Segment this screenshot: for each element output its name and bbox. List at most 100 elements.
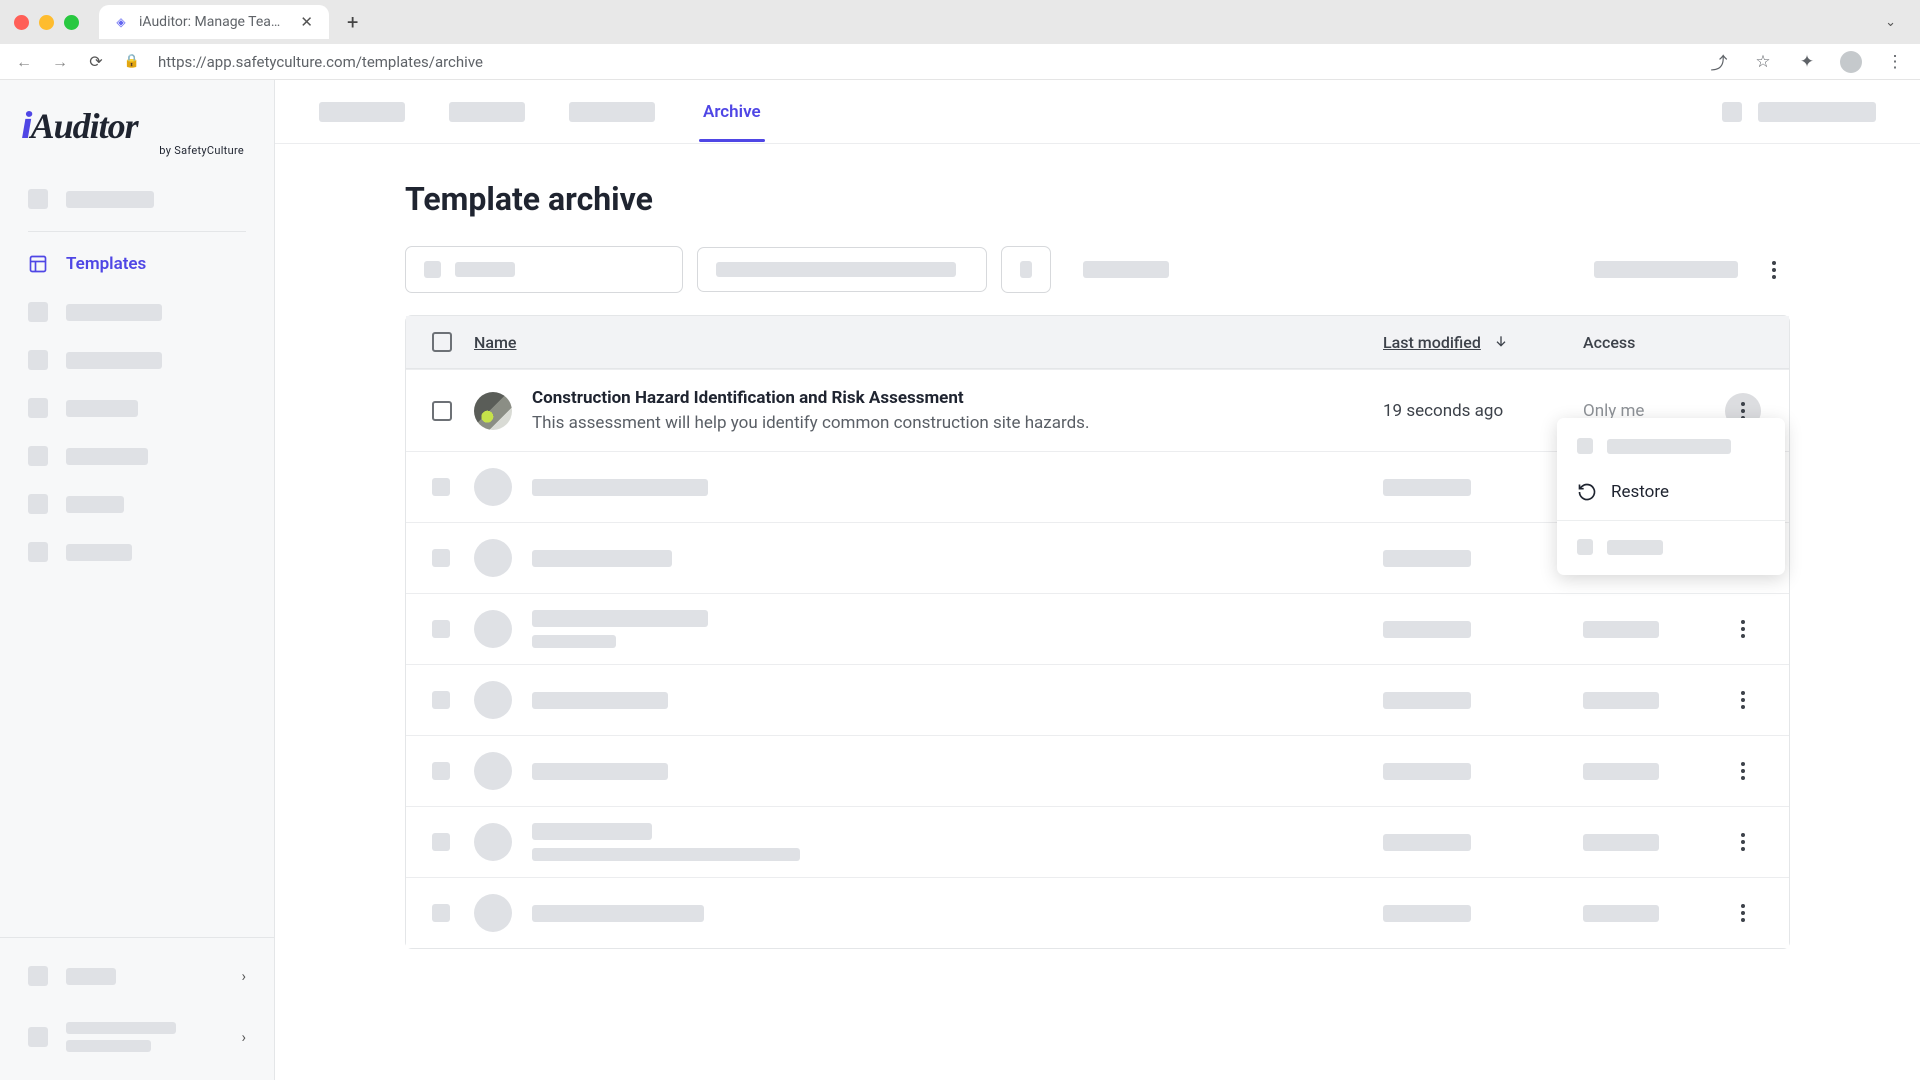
placeholder-icon xyxy=(1577,539,1593,555)
row-more-button[interactable] xyxy=(1725,682,1761,718)
sidebar-item-placeholder[interactable] xyxy=(0,432,274,480)
menu-divider xyxy=(1557,520,1785,521)
col-name[interactable]: Name xyxy=(474,333,1383,352)
sidebar-item-placeholder[interactable] xyxy=(0,175,274,223)
placeholder-bar xyxy=(1583,905,1659,922)
window-minimize-icon[interactable] xyxy=(39,15,54,30)
row-context-menu: Restore xyxy=(1557,418,1785,575)
sidebar-bottom-item[interactable]: › xyxy=(0,948,274,1004)
row-more-button[interactable] xyxy=(1725,753,1761,789)
placeholder-bar[interactable] xyxy=(1594,261,1738,278)
filter-square[interactable] xyxy=(1001,246,1051,293)
menu-item-placeholder[interactable] xyxy=(1557,424,1785,468)
template-avatar xyxy=(474,392,512,430)
topbar-right xyxy=(1722,102,1876,122)
profile-avatar-icon[interactable] xyxy=(1840,51,1862,73)
placeholder-bar xyxy=(66,400,138,417)
placeholder-bar xyxy=(532,550,672,567)
sidebar-item-placeholder[interactable] xyxy=(0,528,274,576)
select-all-checkbox[interactable] xyxy=(432,332,452,352)
col-access[interactable]: Access xyxy=(1583,333,1723,352)
browser-menu-icon[interactable]: ⋮ xyxy=(1884,51,1906,73)
table-row[interactable] xyxy=(406,593,1789,664)
extensions-icon[interactable]: ✦ xyxy=(1796,51,1818,73)
browser-tab[interactable]: ◈ iAuditor: Manage Teams and In ✕ xyxy=(99,5,329,39)
placeholder-bar xyxy=(532,635,616,648)
col-last-modified-label: Last modified xyxy=(1383,333,1481,352)
chevron-right-icon: › xyxy=(241,1028,246,1046)
page-title: Template archive xyxy=(405,180,1790,218)
placeholder-avatar xyxy=(474,539,512,577)
placeholder-icon xyxy=(432,904,450,922)
placeholder-icon xyxy=(432,620,450,638)
placeholder-bar xyxy=(66,1022,176,1034)
browser-tabbar: ◈ iAuditor: Manage Teams and In ✕ + ⌄ xyxy=(0,0,1920,44)
menu-item-placeholder[interactable] xyxy=(1557,525,1785,569)
templates-table: Name Last modified Access Const xyxy=(405,315,1790,949)
placeholder-icon[interactable] xyxy=(1722,102,1742,122)
placeholder-icon xyxy=(28,1027,48,1047)
table-row[interactable] xyxy=(406,664,1789,735)
row-check-cell xyxy=(432,401,474,421)
sidebar-divider xyxy=(28,231,246,232)
row-modified: 19 seconds ago xyxy=(1383,401,1583,421)
placeholder-bar xyxy=(1583,621,1659,638)
address-bar[interactable]: https://app.safetyculture.com/templates/… xyxy=(158,53,1686,71)
menu-item-restore[interactable]: Restore xyxy=(1557,468,1785,516)
placeholder-bar xyxy=(66,448,148,465)
filter-search[interactable] xyxy=(405,246,683,293)
sidebar-item-placeholder[interactable] xyxy=(0,480,274,528)
placeholder-bar xyxy=(1383,550,1471,567)
filters-row xyxy=(405,246,1790,293)
sidebar-item-placeholder[interactable] xyxy=(0,288,274,336)
placeholder-bar xyxy=(1383,763,1471,780)
col-last-modified[interactable]: Last modified xyxy=(1383,332,1583,352)
new-tab-button[interactable]: + xyxy=(339,6,366,38)
window-controls[interactable] xyxy=(14,15,79,30)
sidebar-item-templates[interactable]: Templates xyxy=(0,240,274,288)
placeholder-icon xyxy=(28,302,48,322)
placeholder-bar xyxy=(532,610,708,627)
sort-desc-icon xyxy=(1493,333,1509,353)
lock-icon[interactable]: 🔒 xyxy=(122,52,142,72)
tab-placeholder[interactable] xyxy=(569,102,655,122)
tabs-overflow-icon[interactable]: ⌄ xyxy=(1875,11,1906,34)
row-more-button[interactable] xyxy=(1725,824,1761,860)
filter-dropdown[interactable] xyxy=(697,247,987,292)
window-close-icon[interactable] xyxy=(14,15,29,30)
share-icon[interactable]: ⤴ xyxy=(1708,51,1730,73)
sidebar-item-label: Templates xyxy=(66,254,146,274)
placeholder-icon xyxy=(28,542,48,562)
table-row[interactable] xyxy=(406,806,1789,877)
nav-reload-icon[interactable]: ⟳ xyxy=(86,52,106,72)
tab-placeholder[interactable] xyxy=(449,102,525,122)
main: Archive Template archive xyxy=(275,80,1920,1080)
filter-more-button[interactable] xyxy=(1758,254,1790,286)
placeholder-bar xyxy=(1607,439,1731,454)
sidebar-bottom-item[interactable]: › xyxy=(0,1004,274,1070)
nav-forward-icon[interactable]: → xyxy=(50,52,70,72)
placeholder-bar xyxy=(1383,905,1471,922)
placeholder-icon xyxy=(28,350,48,370)
placeholder-bar[interactable] xyxy=(1758,102,1876,122)
tab-placeholder[interactable] xyxy=(319,102,405,122)
tab-archive[interactable]: Archive xyxy=(699,83,765,141)
sidebar-item-placeholder[interactable] xyxy=(0,384,274,432)
table-row[interactable] xyxy=(406,735,1789,806)
placeholder-bar xyxy=(1383,834,1471,851)
tab-close-icon[interactable]: ✕ xyxy=(298,13,315,31)
table-row[interactable]: Construction Hazard Identification and R… xyxy=(406,369,1789,451)
window-zoom-icon[interactable] xyxy=(64,15,79,30)
table-row[interactable] xyxy=(406,877,1789,948)
placeholder-avatar xyxy=(474,468,512,506)
row-more-button[interactable] xyxy=(1725,611,1761,647)
placeholder-bar xyxy=(716,262,956,277)
sidebar-item-placeholder[interactable] xyxy=(0,336,274,384)
nav-back-icon[interactable]: ← xyxy=(14,52,34,72)
chevron-right-icon: › xyxy=(241,967,246,985)
placeholder-icon xyxy=(432,762,450,780)
row-checkbox[interactable] xyxy=(432,401,452,421)
placeholder-bar[interactable] xyxy=(1083,261,1169,278)
bookmark-icon[interactable]: ☆ xyxy=(1752,51,1774,73)
row-more-button[interactable] xyxy=(1725,895,1761,931)
